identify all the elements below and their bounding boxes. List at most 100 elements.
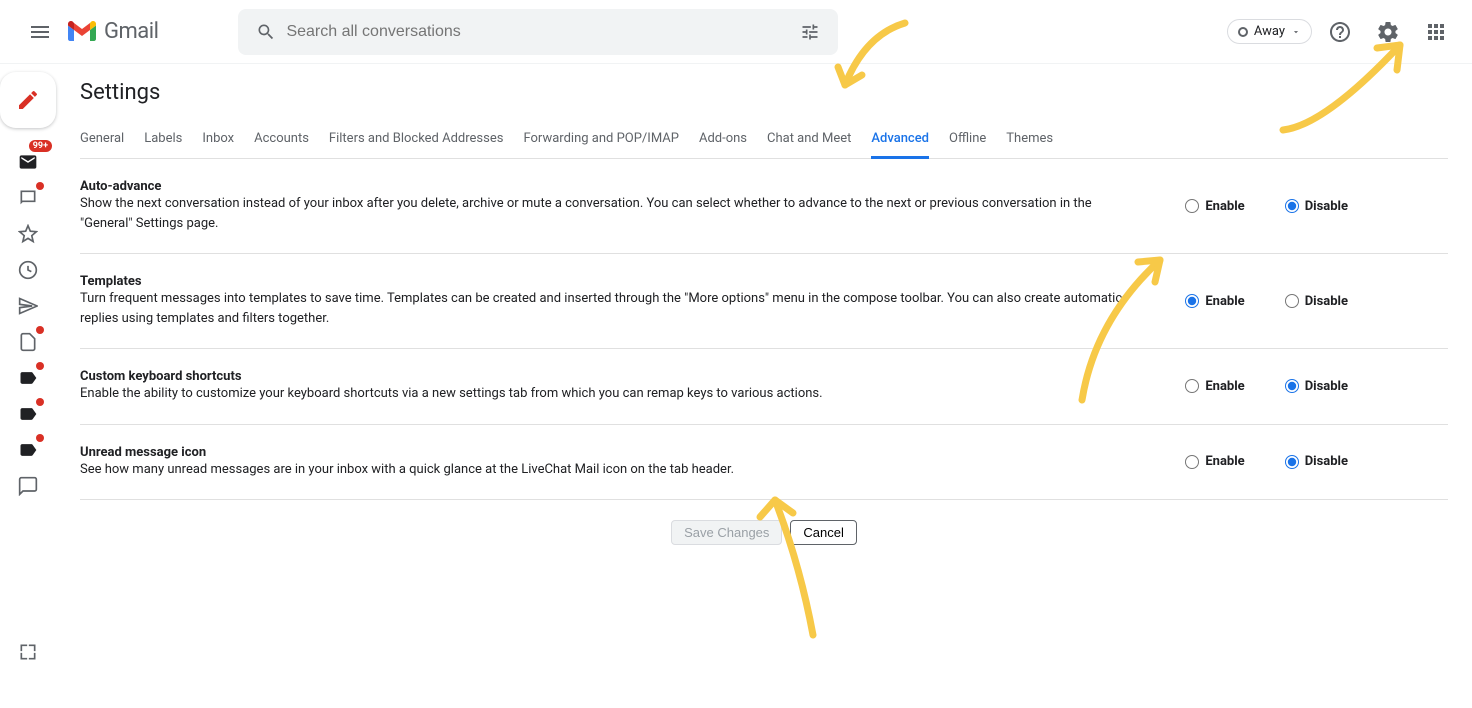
support-button[interactable] (1320, 12, 1360, 52)
cancel-button[interactable]: Cancel (790, 520, 856, 545)
setting-text: Show the next conversation instead of yo… (80, 194, 1145, 233)
button-row: Save Changes Cancel (80, 500, 1448, 565)
app-header: Gmail Away (0, 0, 1472, 64)
tab-add-ons[interactable]: Add-ons (699, 121, 747, 159)
setting-controls: Enable Disable (1185, 369, 1448, 404)
tab-advanced[interactable]: Advanced (871, 121, 929, 159)
radio-label: Enable (1205, 379, 1244, 394)
label-icon (18, 404, 38, 424)
setting-row: Custom keyboard shortcutsEnable the abil… (80, 349, 1448, 425)
pencil-icon (16, 88, 40, 112)
sidebar-inbox[interactable]: 99+ (12, 146, 44, 178)
file-icon (18, 332, 38, 352)
tab-general[interactable]: General (80, 121, 124, 159)
sidebar-label-3[interactable] (12, 434, 44, 466)
main-menu-button[interactable] (16, 8, 64, 56)
sidebar-label-1[interactable] (12, 362, 44, 394)
sidebar-sent[interactable] (12, 290, 44, 322)
setting-text: See how many unread messages are in your… (80, 460, 1145, 480)
radio-disable[interactable]: Disable (1285, 379, 1348, 394)
setting-row: TemplatesTurn frequent messages into tem… (80, 254, 1448, 349)
radio-enable[interactable]: Enable (1185, 199, 1244, 214)
radio-label: Disable (1305, 199, 1348, 214)
notification-dot-icon (36, 326, 44, 334)
help-icon (1328, 20, 1352, 44)
setting-description: Custom keyboard shortcutsEnable the abil… (80, 369, 1185, 404)
setting-title: Unread message icon (80, 445, 1145, 460)
tab-forwarding-and-pop-imap[interactable]: Forwarding and POP/IMAP (523, 121, 679, 159)
radio-disable[interactable]: Disable (1285, 454, 1348, 469)
radio-input[interactable] (1185, 455, 1199, 469)
radio-input[interactable] (1285, 455, 1299, 469)
radio-enable[interactable]: Enable (1185, 454, 1244, 469)
star-icon (18, 224, 38, 244)
radio-label: Disable (1305, 294, 1348, 309)
setting-controls: Enable Disable (1185, 274, 1448, 328)
setting-description: Auto-advanceShow the next conversation i… (80, 179, 1185, 233)
sidebar-collapse[interactable] (12, 636, 44, 668)
radio-input[interactable] (1285, 294, 1299, 308)
notification-dot-icon (36, 182, 44, 190)
radio-label: Enable (1205, 199, 1244, 214)
tab-labels[interactable]: Labels (144, 121, 182, 159)
label-icon (18, 440, 38, 460)
gmail-icon (68, 21, 96, 43)
label-icon (18, 368, 38, 388)
sidebar-drafts[interactable] (12, 326, 44, 358)
tab-inbox[interactable]: Inbox (202, 121, 234, 159)
clock-icon (18, 260, 38, 280)
radio-label: Disable (1305, 454, 1348, 469)
inbox-icon (18, 152, 38, 172)
chevron-down-icon (1291, 27, 1301, 37)
setting-row: Unread message iconSee how many unread m… (80, 425, 1448, 501)
setting-text: Enable the ability to customize your key… (80, 384, 1145, 404)
apps-button[interactable] (1416, 12, 1456, 52)
gmail-logo[interactable]: Gmail (68, 19, 158, 44)
hamburger-icon (28, 20, 52, 44)
content-area: Settings GeneralLabelsInboxAccountsFilte… (56, 64, 1472, 708)
search-icon (246, 12, 286, 52)
gear-icon (1376, 20, 1400, 44)
setting-description: Unread message iconSee how many unread m… (80, 445, 1185, 480)
tune-icon (800, 22, 820, 42)
radio-disable[interactable]: Disable (1285, 294, 1348, 309)
chat-outline-icon (18, 476, 38, 496)
radio-input[interactable] (1185, 199, 1199, 213)
search-bar[interactable] (238, 9, 838, 55)
sidebar: 99+ (0, 64, 56, 708)
tab-accounts[interactable]: Accounts (254, 121, 309, 159)
compose-button[interactable] (0, 72, 56, 128)
radio-input[interactable] (1285, 199, 1299, 213)
status-label: Away (1254, 24, 1285, 39)
status-chip[interactable]: Away (1227, 19, 1312, 44)
sidebar-chat[interactable] (12, 182, 44, 214)
radio-input[interactable] (1285, 379, 1299, 393)
radio-input[interactable] (1185, 379, 1199, 393)
search-input[interactable] (286, 23, 790, 41)
sidebar-label-2[interactable] (12, 398, 44, 430)
setting-row: Auto-advanceShow the next conversation i… (80, 159, 1448, 254)
tab-themes[interactable]: Themes (1006, 121, 1053, 159)
radio-enable[interactable]: Enable (1185, 294, 1244, 309)
tab-offline[interactable]: Offline (949, 121, 986, 159)
setting-title: Custom keyboard shortcuts (80, 369, 1145, 384)
settings-button[interactable] (1368, 12, 1408, 52)
settings-list: Auto-advanceShow the next conversation i… (80, 159, 1448, 500)
tab-chat-and-meet[interactable]: Chat and Meet (767, 121, 851, 159)
radio-input[interactable] (1185, 294, 1199, 308)
setting-controls: Enable Disable (1185, 445, 1448, 480)
notification-dot-icon (36, 398, 44, 406)
search-options-button[interactable] (790, 12, 830, 52)
sidebar-snoozed[interactable] (12, 254, 44, 286)
save-changes-button[interactable]: Save Changes (671, 520, 782, 545)
settings-tabs: General Labels Inbox Accounts Filters and Bl… (80, 121, 1448, 159)
tab-filters-and-blocked-addresses[interactable]: Filters and Blocked Addresses (329, 121, 504, 159)
radio-enable[interactable]: Enable (1185, 379, 1244, 394)
setting-title: Templates (80, 274, 1145, 289)
radio-label: Enable (1205, 454, 1244, 469)
inbox-badge: 99+ (29, 140, 52, 152)
sidebar-spaces[interactable] (12, 470, 44, 502)
radio-disable[interactable]: Disable (1285, 199, 1348, 214)
chat-bubble-icon (18, 188, 38, 208)
sidebar-starred[interactable] (12, 218, 44, 250)
